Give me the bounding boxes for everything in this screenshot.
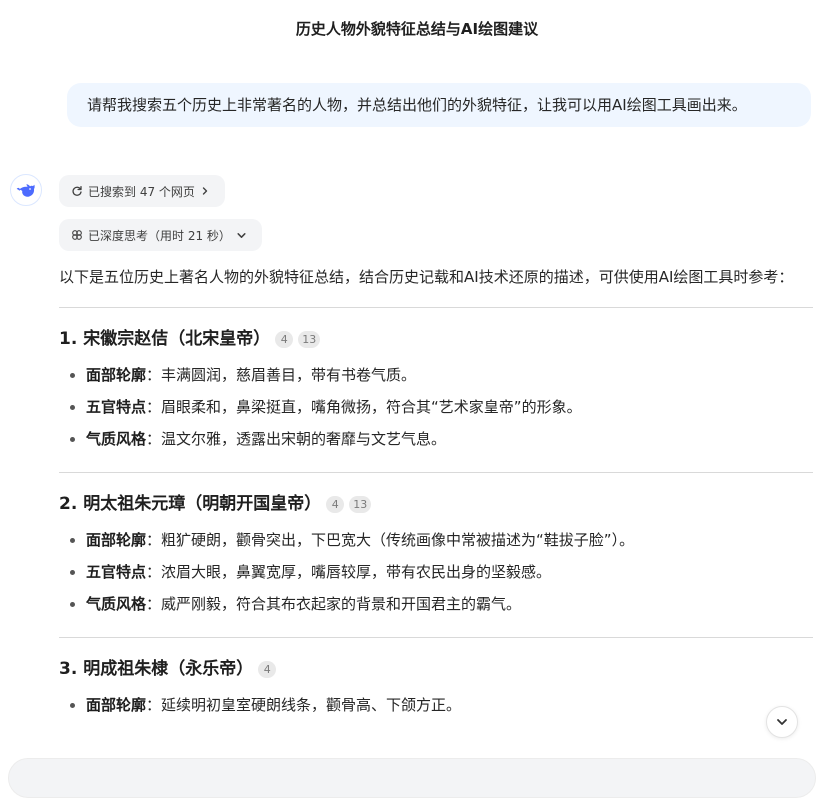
- list-item: 五官特点：眉眼柔和，鼻梁挺直，嘴角微扬，符合其“艺术家皇帝”的形象。: [59, 391, 813, 423]
- feature-text: 眉眼柔和，鼻梁挺直，嘴角微扬，符合其“艺术家皇帝”的形象。: [161, 398, 582, 416]
- feature-text: 温文尔雅，透露出宋朝的奢靡与文艺气息。: [161, 430, 447, 448]
- citation-badge[interactable]: 4: [275, 330, 294, 348]
- list-item: 面部轮廓：延续明初皇室硬朗线条，颧骨高、下颌方正。: [59, 689, 813, 721]
- chevron-down-icon: [777, 719, 787, 725]
- intro-paragraph: 以下是五位历史上著名人物的外貌特征总结，结合历史记载和AI技术还原的描述，可供使…: [59, 268, 794, 286]
- deep-think-icon: [71, 229, 83, 241]
- feature-separator: ：: [146, 595, 162, 613]
- search-results-chip[interactable]: 已搜索到 47 个网页: [59, 175, 225, 207]
- section-heading-text: 2. 明太祖朱元璋（明朝开国皇帝）: [59, 494, 322, 514]
- deep-think-chip[interactable]: 已深度思考（用时 21 秒）: [59, 219, 262, 251]
- list-item: 面部轮廓：粗犷硬朗，颧骨突出，下巴宽大（传统画像中常被描述为“鞋拔子脸”）。: [59, 524, 813, 556]
- citation-badge[interactable]: 4: [258, 660, 277, 678]
- scroll-to-bottom-button[interactable]: [766, 706, 798, 738]
- user-message-bubble: 请帮我搜索五个历史上非常著名的人物，并总结出他们的外貌特征，让我可以用AI绘图工…: [67, 83, 811, 127]
- assistant-avatar: [10, 174, 42, 206]
- section-heading: 1. 宋徽宗赵佶（北宋皇帝） 4 13: [59, 325, 813, 353]
- feature-text: 粗犷硬朗，颧骨突出，下巴宽大（传统画像中常被描述为“鞋拔子脸”）。: [161, 531, 635, 549]
- person-section: 1. 宋徽宗赵佶（北宋皇帝） 4 13 面部轮廓：丰满圆润，慈眉善目，带有书卷气…: [59, 308, 813, 472]
- feature-label: 五官特点: [86, 563, 147, 581]
- feature-separator: ：: [146, 366, 162, 384]
- page-title: 历史人物外貌特征总结与AI绘图建议: [295, 20, 539, 38]
- person-section: 2. 明太祖朱元璋（明朝开国皇帝） 4 13 面部轮廓：粗犷硬朗，颧骨突出，下巴…: [59, 473, 813, 637]
- section-heading: 3. 明成祖朱棣（永乐帝） 4: [59, 655, 813, 683]
- feature-text: 延续明初皇室硬朗线条，颧骨高、下颌方正。: [161, 696, 462, 714]
- message-composer[interactable]: [8, 758, 816, 798]
- citation-badge[interactable]: 4: [326, 495, 345, 513]
- feature-label: 面部轮廓: [86, 531, 147, 549]
- feature-label: 面部轮廓: [86, 366, 147, 384]
- list-item: 气质风格：威严刚毅，符合其布衣起家的背景和开国君主的霸气。: [59, 588, 813, 620]
- feature-label: 气质风格: [86, 430, 147, 448]
- feature-list: 面部轮廓：延续明初皇室硬朗线条，颧骨高、下颌方正。: [59, 689, 813, 721]
- citation-badge[interactable]: 13: [349, 495, 372, 513]
- deep-think-label: 已深度思考（用时 21 秒）: [88, 228, 231, 243]
- list-item: 面部轮廓：丰满圆润，慈眉善目，带有书卷气质。: [59, 359, 813, 391]
- feature-list: 面部轮廓：粗犷硬朗，颧骨突出，下巴宽大（传统画像中常被描述为“鞋拔子脸”）。 五…: [59, 524, 813, 620]
- feature-text: 丰满圆润，慈眉善目，带有书卷气质。: [161, 366, 417, 384]
- feature-separator: ：: [146, 430, 162, 448]
- section-heading-text: 3. 明成祖朱棣（永乐帝）: [59, 659, 254, 679]
- person-section: 3. 明成祖朱棣（永乐帝） 4 面部轮廓：延续明初皇室硬朗线条，颧骨高、下颌方正…: [59, 638, 813, 721]
- feature-separator: ：: [146, 531, 162, 549]
- list-item: 五官特点：浓眉大眼，鼻翼宽厚，嘴唇较厚，带有农民出身的坚毅感。: [59, 556, 813, 588]
- chevron-down-icon: [236, 230, 247, 241]
- search-refresh-icon: [71, 185, 83, 197]
- user-message-text: 请帮我搜索五个历史上非常著名的人物，并总结出他们的外貌特征，让我可以用AI绘图工…: [87, 96, 747, 114]
- feature-text: 威严刚毅，符合其布衣起家的背景和开国君主的霸气。: [161, 595, 522, 613]
- whale-logo-icon: [16, 184, 35, 197]
- feature-label: 面部轮廓: [86, 696, 147, 714]
- feature-label: 气质风格: [86, 595, 147, 613]
- feature-label: 五官特点: [86, 398, 147, 416]
- assistant-response: 以下是五位历史上著名人物的外貌特征总结，结合历史记载和AI技术还原的描述，可供使…: [59, 262, 813, 721]
- list-item: 气质风格：温文尔雅，透露出宋朝的奢靡与文艺气息。: [59, 423, 813, 455]
- section-heading: 2. 明太祖朱元璋（明朝开国皇帝） 4 13: [59, 490, 813, 518]
- feature-separator: ：: [146, 398, 162, 416]
- feature-separator: ：: [146, 563, 162, 581]
- feature-text: 浓眉大眼，鼻翼宽厚，嘴唇较厚，带有农民出身的坚毅感。: [161, 563, 552, 581]
- citation-badge[interactable]: 13: [298, 330, 321, 348]
- search-results-label: 已搜索到 47 个网页: [88, 184, 195, 199]
- feature-list: 面部轮廓：丰满圆润，慈眉善目，带有书卷气质。 五官特点：眉眼柔和，鼻梁挺直，嘴角…: [59, 359, 813, 455]
- section-heading-text: 1. 宋徽宗赵佶（北宋皇帝）: [59, 329, 271, 349]
- feature-separator: ：: [146, 696, 162, 714]
- chevron-right-icon: [200, 186, 210, 196]
